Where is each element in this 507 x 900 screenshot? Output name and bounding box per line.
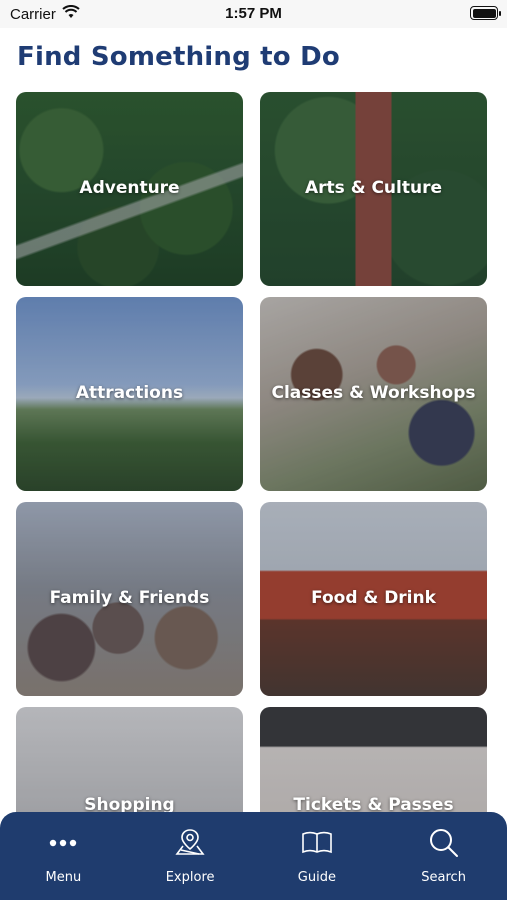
tab-label: Menu <box>45 870 82 885</box>
category-label: Attractions <box>75 383 184 403</box>
category-label: Adventure <box>79 178 180 198</box>
more-dots-icon <box>46 826 80 860</box>
category-tile-classes-workshops[interactable]: Classes & Workshops <box>260 297 487 491</box>
category-label: Family & Friends <box>49 588 210 608</box>
search-icon <box>427 826 461 860</box>
category-label: Food & Drink <box>311 588 436 608</box>
category-tile-arts-culture[interactable]: Arts & Culture <box>260 92 487 286</box>
category-grid: Adventure Arts & Culture Attractions Cla… <box>16 92 487 900</box>
status-time: 1:57 PM <box>225 5 282 22</box>
category-tile-food-drink[interactable]: Food & Drink <box>260 502 487 696</box>
category-label: Arts & Culture <box>305 178 442 198</box>
tab-search[interactable]: Search <box>380 812 507 900</box>
page-title: Find Something to Do <box>17 42 340 72</box>
battery-icon <box>470 6 501 20</box>
tab-label: Search <box>421 870 466 885</box>
tab-menu[interactable]: Menu <box>0 812 127 900</box>
bottom-tab-bar: Menu Explore Guide Search <box>0 812 507 900</box>
category-tile-family-friends[interactable]: Family & Friends <box>16 502 243 696</box>
book-icon <box>300 826 334 860</box>
tab-label: Explore <box>165 870 215 885</box>
map-pin-icon <box>173 826 207 860</box>
category-tile-attractions[interactable]: Attractions <box>16 297 243 491</box>
tab-explore[interactable]: Explore <box>127 812 254 900</box>
tab-guide[interactable]: Guide <box>254 812 381 900</box>
category-tile-adventure[interactable]: Adventure <box>16 92 243 286</box>
category-label: Classes & Workshops <box>271 383 476 403</box>
tab-label: Guide <box>297 870 336 885</box>
status-bar: Carrier 1:57 PM <box>0 0 507 28</box>
